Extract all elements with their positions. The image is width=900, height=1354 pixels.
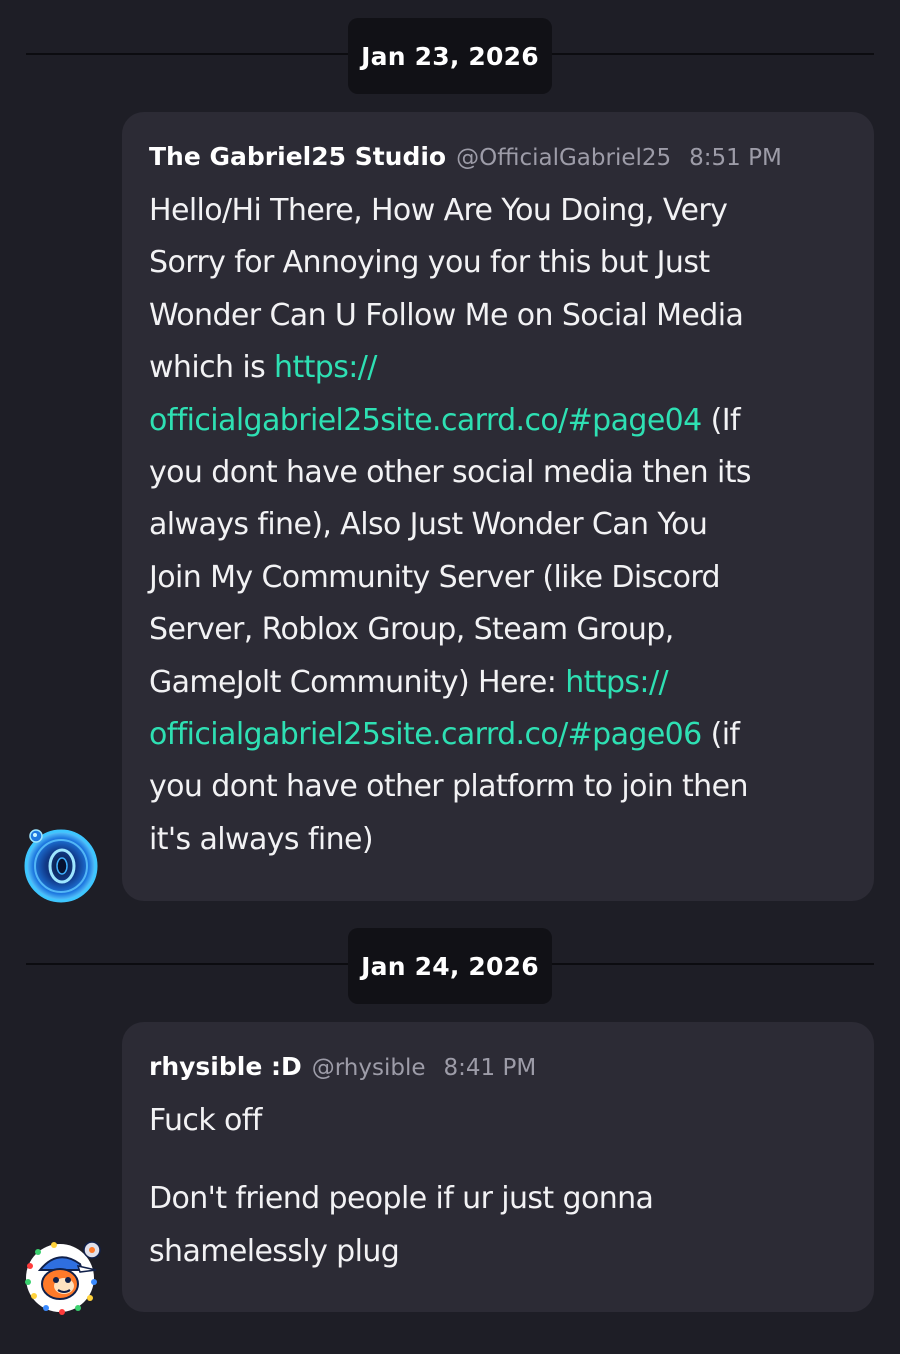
message-bubble-gabriel25[interactable]: The Gabriel25 Studio @OfficialGabriel25 … (122, 112, 874, 901)
message-text: it's always fine) (149, 821, 374, 857)
message-line: officialgabriel25site.carrd.co/#page06 (… (149, 709, 850, 761)
message-text: Hello/Hi There, How Are You Doing, Very (149, 193, 728, 228)
message-text: GameJolt Community) Here: (149, 664, 566, 700)
date-pill: Jan 23, 2026 (348, 18, 552, 94)
sender-handle[interactable]: @rhysible (312, 1055, 426, 1081)
message-text: (if (701, 717, 740, 753)
cartoon-character-avatar-icon[interactable] (18, 1236, 104, 1316)
message-line: Wonder Can U Follow Me on Social Media (149, 290, 850, 342)
message-line: Don't friend people if ur just gonna (149, 1181, 654, 1217)
date-pill: Jan 24, 2026 (348, 928, 552, 1004)
message-header: rhysible :D @rhysible 8:41 PM (149, 1052, 850, 1090)
message-text: which is (149, 350, 275, 386)
message-line: Sorry for Annoying you for this but Just (149, 237, 850, 289)
message-link[interactable]: https:// (274, 350, 377, 385)
message-paragraph: Fuck off (149, 1095, 850, 1147)
message-line: Fuck off (149, 1103, 262, 1138)
blue-portal-avatar-icon[interactable] (22, 826, 100, 904)
message-line: Server, Roblox Group, Steam Group, (149, 604, 850, 656)
message-text: Sorry for Annoying you for this but Just (149, 245, 710, 281)
message-link[interactable]: officialgabriel25site.carrd.co/#page04 (149, 403, 702, 438)
message-line: shamelessly plug (149, 1233, 400, 1269)
message-link[interactable]: https:// (565, 665, 668, 700)
message-text: Wonder Can U Follow Me on Social Media (149, 297, 744, 333)
message-link[interactable]: officialgabriel25site.carrd.co/#page06 (149, 717, 702, 752)
message-body: Fuck off Don't friend people if ur just g… (149, 1095, 850, 1278)
message-text: always fine), Also Just Wonder Can You (149, 507, 708, 543)
message-line: officialgabriel25site.carrd.co/#page04 (… (149, 395, 850, 447)
message-bubble-rhysible[interactable]: rhysible :D @rhysible 8:41 PM Fuck off Do… (122, 1022, 874, 1312)
message-line: GameJolt Community) Here: https:// (149, 657, 850, 709)
message-text: Join My Community Server (like Discord (149, 559, 721, 595)
message-line: Hello/Hi There, How Are You Doing, Very (149, 185, 850, 237)
message-text: you dont have other platform to join the… (149, 769, 748, 805)
message-text: Server, Roblox Group, Steam Group, (149, 612, 674, 648)
message-header: The Gabriel25 Studio @OfficialGabriel25 … (149, 142, 850, 180)
sender-handle[interactable]: @OfficialGabriel25 (456, 145, 671, 171)
message-line: you dont have other platform to join the… (149, 761, 850, 813)
message-timestamp: 8:41 PM (443, 1055, 537, 1081)
message-body: Hello/Hi There, How Are You Doing, Very S… (149, 185, 850, 866)
sender-display-name[interactable]: rhysible :D (149, 1052, 302, 1081)
message-line: always fine), Also Just Wonder Can You (149, 499, 850, 551)
message-line: you dont have other social media then it… (149, 447, 850, 499)
message-text: you dont have other social media then it… (149, 455, 752, 491)
message-line: which is https:// (149, 342, 850, 394)
message-paragraph: Don't friend people if ur just gonna sham… (149, 1173, 850, 1278)
date-separator-jan-24: Jan 24, 2026 (26, 928, 874, 1004)
sender-display-name[interactable]: The Gabriel25 Studio (149, 142, 446, 171)
date-separator-jan-23: Jan 23, 2026 (26, 18, 874, 94)
message-line: it's always fine) (149, 814, 850, 866)
message-text: (If (701, 402, 741, 438)
message-timestamp: 8:51 PM (689, 145, 782, 171)
message-line: Join My Community Server (like Discord (149, 552, 850, 604)
